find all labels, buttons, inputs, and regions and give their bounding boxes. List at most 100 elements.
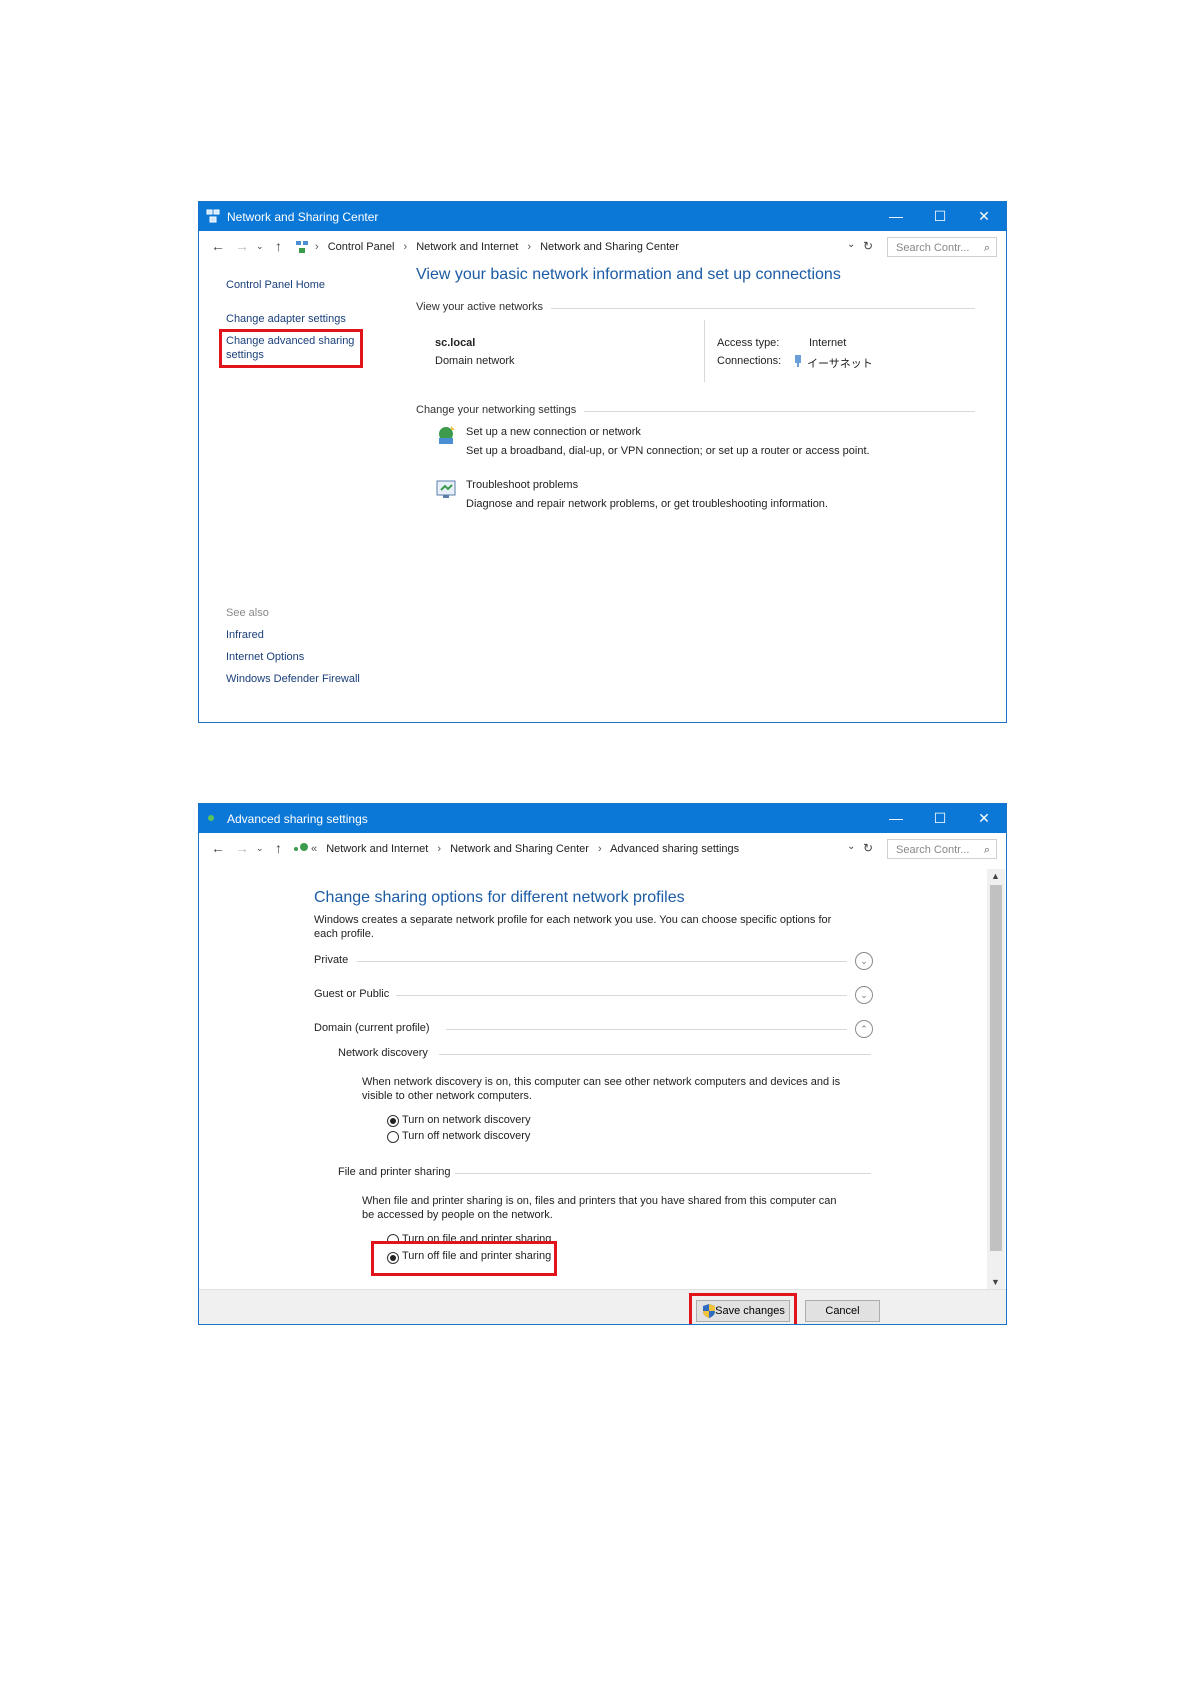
scroll-down-icon[interactable]: ▼ bbox=[991, 1277, 1000, 1287]
windows-defender-firewall-link[interactable]: Windows Defender Firewall bbox=[226, 673, 360, 685]
maximize-button[interactable]: ☐ bbox=[918, 202, 962, 231]
breadcrumb-overflow-icon[interactable]: « bbox=[311, 843, 317, 855]
vertical-divider bbox=[704, 320, 705, 382]
page-title: View your basic network information and … bbox=[416, 266, 841, 283]
setup-connection-link[interactable]: Set up a new connection or network bbox=[466, 426, 641, 438]
intro-text-line1: Windows creates a separate network profi… bbox=[314, 914, 832, 926]
refresh-icon[interactable]: ↻ bbox=[863, 841, 873, 855]
profile-private[interactable]: Private bbox=[314, 954, 348, 966]
access-type-value: Internet bbox=[809, 337, 847, 349]
address-bar: ← → ⌄ ↑ › Control Panel › Network and In… bbox=[199, 231, 1006, 263]
forward-arrow-icon[interactable]: → bbox=[235, 840, 249, 856]
maximize-button[interactable]: ☐ bbox=[918, 804, 962, 833]
control-panel-icon bbox=[296, 241, 308, 253]
divider bbox=[396, 995, 847, 996]
search-input[interactable]: Search Contr... ⌕ bbox=[887, 237, 997, 257]
network-name: sc.local bbox=[435, 337, 476, 349]
close-button[interactable]: ✕ bbox=[962, 804, 1006, 833]
profile-guest-public[interactable]: Guest or Public bbox=[314, 988, 389, 1000]
cancel-button[interactable]: Cancel bbox=[805, 1300, 880, 1322]
breadcrumb[interactable]: « Network and Internet › Network and Sha… bbox=[311, 838, 881, 860]
breadcrumb-network-internet[interactable]: Network and Internet bbox=[326, 843, 428, 855]
file-sharing-desc-line1: When file and printer sharing is on, fil… bbox=[362, 1195, 837, 1207]
network-discovery-desc-line2: visible to other network computers. bbox=[362, 1090, 532, 1102]
address-dropdown-icon[interactable]: ⌄ bbox=[847, 239, 855, 250]
address-bar: ← → ⌄ ↑ « Network and Internet › Network… bbox=[199, 833, 1006, 865]
breadcrumb-network-sharing-center[interactable]: Network and Sharing Center bbox=[540, 241, 679, 253]
network-green-icon bbox=[208, 815, 214, 821]
search-icon: ⌕ bbox=[983, 844, 990, 856]
footer-bar: Save changes Cancel bbox=[199, 1289, 1006, 1324]
network-discovery-label: Network discovery bbox=[338, 1047, 428, 1059]
divider bbox=[551, 308, 975, 309]
back-arrow-icon[interactable]: ← bbox=[211, 840, 225, 856]
divider bbox=[455, 1173, 871, 1174]
breadcrumb[interactable]: › Control Panel › Network and Internet ›… bbox=[315, 236, 885, 258]
setup-connection-desc: Set up a broadband, dial-up, or VPN conn… bbox=[466, 445, 870, 457]
title-bar[interactable]: Network and Sharing Center — ☐ ✕ bbox=[199, 202, 1006, 231]
advanced-sharing-settings-window: Advanced sharing settings — ☐ ✕ ← → ⌄ ↑ … bbox=[198, 803, 1007, 1325]
infrared-link[interactable]: Infrared bbox=[226, 629, 264, 641]
up-arrow-icon[interactable]: ↑ bbox=[275, 238, 282, 254]
highlight-box bbox=[689, 1293, 797, 1324]
scrollbar-thumb[interactable] bbox=[990, 885, 1002, 1251]
active-networks-label: View your active networks bbox=[416, 301, 543, 313]
title-bar[interactable]: Advanced sharing settings — ☐ ✕ bbox=[199, 804, 1006, 833]
highlight-box bbox=[219, 329, 363, 368]
file-sharing-label: File and printer sharing bbox=[338, 1166, 451, 1178]
troubleshoot-desc: Diagnose and repair network problems, or… bbox=[466, 498, 828, 510]
network-sharing-center-window: Network and Sharing Center — ☐ ✕ ← → ⌄ ↑… bbox=[198, 201, 1007, 723]
expand-guest-icon[interactable]: ⌄ bbox=[855, 986, 873, 1004]
connections-label: Connections: bbox=[717, 355, 782, 367]
breadcrumb-network-internet[interactable]: Network and Internet bbox=[416, 241, 518, 253]
ethernet-icon bbox=[795, 355, 801, 367]
network-center-icon bbox=[206, 209, 220, 223]
breadcrumb-network-sharing-center[interactable]: Network and Sharing Center bbox=[450, 843, 589, 855]
back-arrow-icon[interactable]: ← bbox=[211, 238, 225, 254]
file-sharing-desc-line2: be accessed by people on the network. bbox=[362, 1209, 553, 1221]
divider bbox=[357, 961, 847, 962]
breadcrumb-control-panel[interactable]: Control Panel bbox=[328, 241, 395, 253]
turn-off-discovery-label[interactable]: Turn off network discovery bbox=[402, 1130, 530, 1142]
intro-text-line2: each profile. bbox=[314, 928, 374, 940]
window-title: Advanced sharing settings bbox=[227, 812, 368, 826]
search-icon: ⌕ bbox=[983, 242, 990, 254]
control-panel-home-link[interactable]: Control Panel Home bbox=[226, 279, 325, 291]
see-also-label: See also bbox=[226, 607, 269, 619]
collapse-domain-icon[interactable]: ⌃ bbox=[855, 1020, 873, 1038]
divider bbox=[446, 1029, 847, 1030]
search-placeholder: Search Contr... bbox=[896, 242, 970, 254]
breadcrumb-advanced-sharing[interactable]: Advanced sharing settings bbox=[610, 843, 739, 855]
change-settings-label: Change your networking settings bbox=[416, 404, 577, 416]
change-adapter-settings-link[interactable]: Change adapter settings bbox=[226, 313, 346, 325]
highlight-box bbox=[371, 1241, 557, 1276]
network-location-icon bbox=[294, 843, 308, 851]
ethernet-connection-link[interactable]: イーサネット bbox=[807, 355, 873, 371]
address-dropdown-icon[interactable]: ⌄ bbox=[847, 841, 855, 852]
refresh-icon[interactable]: ↻ bbox=[863, 239, 873, 253]
expand-private-icon[interactable]: ⌄ bbox=[855, 952, 873, 970]
troubleshoot-icon bbox=[436, 480, 456, 498]
divider bbox=[584, 411, 975, 412]
close-button[interactable]: ✕ bbox=[962, 202, 1006, 231]
new-connection-icon bbox=[439, 426, 455, 444]
radio-turn-on-discovery[interactable] bbox=[387, 1115, 399, 1127]
recent-dropdown-icon[interactable]: ⌄ bbox=[256, 843, 264, 854]
search-placeholder: Search Contr... bbox=[896, 844, 970, 856]
window-title: Network and Sharing Center bbox=[227, 210, 379, 224]
radio-turn-off-discovery[interactable] bbox=[387, 1131, 399, 1143]
network-type: Domain network bbox=[435, 355, 515, 367]
scroll-up-icon[interactable]: ▲ bbox=[991, 871, 1000, 881]
minimize-button[interactable]: — bbox=[874, 804, 918, 833]
search-input[interactable]: Search Contr... ⌕ bbox=[887, 839, 997, 859]
up-arrow-icon[interactable]: ↑ bbox=[275, 840, 282, 856]
troubleshoot-link[interactable]: Troubleshoot problems bbox=[466, 479, 578, 491]
vertical-scrollbar[interactable]: ▲ ▼ bbox=[987, 869, 1005, 1289]
minimize-button[interactable]: — bbox=[874, 202, 918, 231]
page-title: Change sharing options for different net… bbox=[314, 889, 685, 906]
recent-dropdown-icon[interactable]: ⌄ bbox=[256, 241, 264, 252]
forward-arrow-icon[interactable]: → bbox=[235, 238, 249, 254]
internet-options-link[interactable]: Internet Options bbox=[226, 651, 304, 663]
profile-domain[interactable]: Domain (current profile) bbox=[314, 1022, 430, 1034]
turn-on-discovery-label[interactable]: Turn on network discovery bbox=[402, 1114, 531, 1126]
